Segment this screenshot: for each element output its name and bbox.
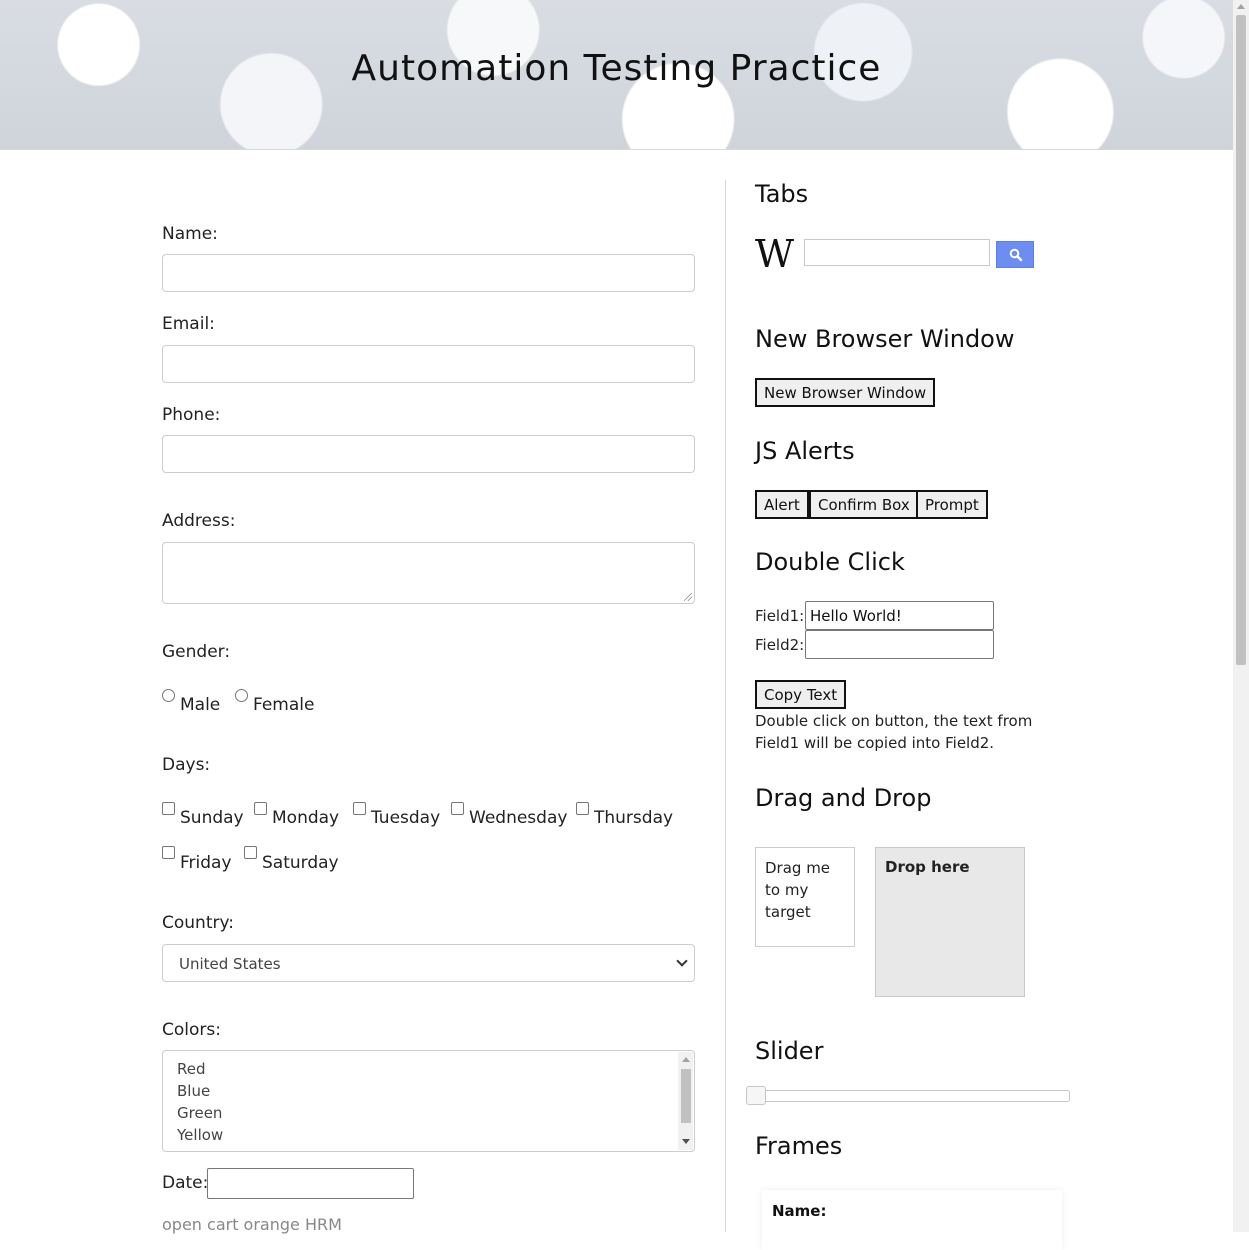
slider-heading: Slider <box>755 1037 824 1065</box>
color-option-green[interactable]: Green <box>177 1104 222 1122</box>
tabs-heading: Tabs <box>755 180 809 208</box>
gender-label: Gender: <box>162 642 231 662</box>
scroll-down-icon[interactable] <box>682 1139 690 1144</box>
header-banner: Automation Testing Practice <box>0 0 1233 150</box>
name-input[interactable] <box>162 254 695 292</box>
scroll-up-icon[interactable] <box>1237 4 1245 9</box>
search-icon <box>1009 248 1023 262</box>
chevron-down-icon <box>676 955 688 967</box>
thursday-checkbox[interactable] <box>576 802 589 815</box>
female-label: Female <box>253 695 315 715</box>
listbox-scrollbar[interactable] <box>678 1052 693 1150</box>
new-browser-window-button[interactable]: New Browser Window <box>755 378 936 407</box>
wednesday-label: Wednesday <box>469 808 568 828</box>
address-label: Address: <box>162 511 236 531</box>
prompt-button[interactable]: Prompt <box>916 490 988 519</box>
draggable-box[interactable]: Drag me to my target <box>755 847 855 947</box>
date-label: Date: <box>162 1173 209 1193</box>
wikipedia-logo-icon: W <box>755 232 795 276</box>
colors-label: Colors: <box>162 1020 221 1040</box>
thursday-label: Thursday <box>594 808 674 828</box>
sunday-label: Sunday <box>180 808 244 828</box>
slider-handle[interactable] <box>746 1086 766 1105</box>
field2-input[interactable] <box>805 630 994 659</box>
date-input[interactable] <box>207 1168 414 1199</box>
colors-listbox[interactable]: Red Blue Green Yellow <box>162 1050 695 1152</box>
resize-grip-icon[interactable] <box>684 593 692 601</box>
saturday-checkbox[interactable] <box>244 846 257 859</box>
slider-track[interactable] <box>755 1090 1070 1102</box>
frame-panel: Name: <box>762 1190 1062 1250</box>
confirm-box-button[interactable]: Confirm Box <box>809 490 919 519</box>
wikipedia-search-input[interactable] <box>804 239 990 266</box>
double-click-note: Double click on button, the text from Fi… <box>755 712 1033 752</box>
color-option-blue[interactable]: Blue <box>177 1082 210 1100</box>
field1-input[interactable]: Hello World! <box>805 601 994 630</box>
drag-drop-heading: Drag and Drop <box>755 784 932 812</box>
male-radio[interactable] <box>162 689 175 702</box>
frames-heading: Frames <box>755 1132 843 1160</box>
sunday-checkbox[interactable] <box>162 802 175 815</box>
color-option-yellow[interactable]: Yellow <box>177 1126 223 1144</box>
saturday-label: Saturday <box>262 853 339 873</box>
scrollbar-thumb[interactable] <box>1236 15 1246 665</box>
monday-checkbox[interactable] <box>254 802 267 815</box>
male-label: Male <box>180 695 221 715</box>
footer-links[interactable]: open cart orange HRM <box>162 1215 342 1234</box>
scroll-up-icon[interactable] <box>682 1057 690 1062</box>
column-divider <box>725 180 726 1232</box>
wednesday-checkbox[interactable] <box>451 802 464 815</box>
page-title: Automation Testing Practice <box>351 48 882 89</box>
phone-label: Phone: <box>162 405 221 425</box>
drop-target[interactable]: Drop here <box>875 847 1025 997</box>
phone-input[interactable] <box>162 435 695 473</box>
listbox-scroll-thumb[interactable] <box>681 1069 691 1123</box>
color-option-red[interactable]: Red <box>177 1060 206 1078</box>
email-input[interactable] <box>162 345 695 383</box>
tuesday-checkbox[interactable] <box>353 802 366 815</box>
alert-button[interactable]: Alert <box>755 490 809 519</box>
country-select[interactable]: United States <box>162 944 695 982</box>
wikipedia-search-button[interactable] <box>996 241 1034 268</box>
copy-text-button[interactable]: Copy Text <box>755 680 847 709</box>
page-scrollbar[interactable] <box>1233 0 1249 1232</box>
country-label: Country: <box>162 913 235 933</box>
field1-label: Field1: <box>755 607 805 625</box>
name-label: Name: <box>162 224 218 244</box>
email-label: Email: <box>162 314 215 334</box>
address-textarea[interactable] <box>162 542 695 604</box>
double-click-heading: Double Click <box>755 548 905 576</box>
monday-label: Monday <box>272 808 340 828</box>
tuesday-label: Tuesday <box>371 808 441 828</box>
new-window-heading: New Browser Window <box>755 325 1015 353</box>
field2-label: Field2: <box>755 636 805 654</box>
days-label: Days: <box>162 755 211 775</box>
friday-label: Friday <box>180 853 232 873</box>
friday-checkbox[interactable] <box>162 846 175 859</box>
frame-name-label: Name: <box>772 1202 827 1220</box>
js-alerts-heading: JS Alerts <box>755 437 855 465</box>
country-select-value: United States <box>179 955 281 973</box>
female-radio[interactable] <box>235 689 248 702</box>
